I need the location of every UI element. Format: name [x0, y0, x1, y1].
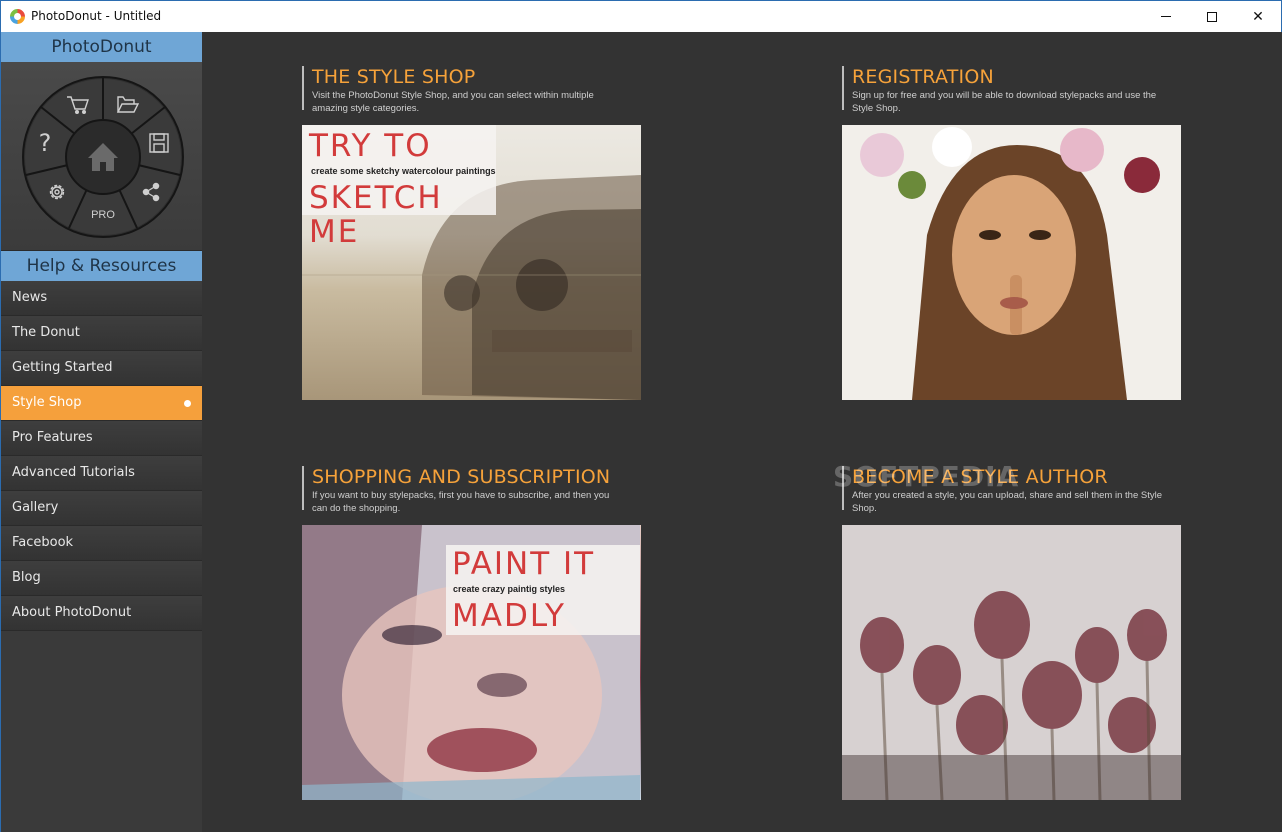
minimize-icon: [1161, 16, 1171, 17]
style-author-image[interactable]: [842, 525, 1181, 800]
overlay-caption: create crazy paintig styles: [453, 584, 566, 594]
active-indicator-dot: [184, 400, 191, 407]
photo-donut-menu[interactable]: PRO ?: [22, 76, 184, 238]
registration-image[interactable]: [842, 125, 1181, 400]
card-shopping-subscription: SHOPPING AND SUBSCRIPTION If you want to…: [302, 466, 642, 800]
overlay-headline: PAINT IT: [452, 546, 596, 582]
sidebar-nav: News The Donut Getting Started Style Sho…: [1, 281, 202, 631]
sidebar-item-getting-started[interactable]: Getting Started: [1, 351, 202, 386]
sidebar-item-label: Gallery: [12, 500, 59, 515]
sketch-overlay: TRY TO create some sketchy watercolour p…: [302, 125, 496, 249]
app-window: PhotoDonut - Untitled ✕ PhotoDonut PRO ?…: [0, 0, 1282, 832]
sidebar: PhotoDonut PRO ? Help & Resources News T…: [1, 32, 202, 832]
card-title[interactable]: REGISTRATION: [852, 66, 1182, 88]
tulips-illustration: [842, 525, 1181, 800]
sidebar-item-style-shop[interactable]: Style Shop: [1, 386, 202, 421]
sidebar-item-label: The Donut: [12, 325, 80, 340]
shopping-image[interactable]: PAINT IT create crazy paintig styles MAD…: [302, 525, 641, 800]
sidebar-item-label: Getting Started: [12, 360, 113, 375]
maximize-button[interactable]: [1189, 1, 1235, 32]
sidebar-item-label: News: [12, 290, 48, 305]
donut-header: PhotoDonut: [1, 32, 202, 62]
title-bar[interactable]: PhotoDonut - Untitled ✕: [1, 1, 1281, 32]
sidebar-item-the-donut[interactable]: The Donut: [1, 316, 202, 351]
sidebar-item-label: Advanced Tutorials: [12, 465, 135, 480]
help-icon[interactable]: ?: [39, 129, 52, 157]
sidebar-item-gallery[interactable]: Gallery: [1, 491, 202, 526]
minimize-button[interactable]: [1143, 1, 1189, 32]
portrait-illustration: [842, 125, 1181, 400]
overlay-headline: TRY TO: [309, 128, 432, 164]
card-style-shop: THE STYLE SHOP Visit the PhotoDonut Styl…: [302, 66, 642, 400]
sidebar-item-blog[interactable]: Blog: [1, 561, 202, 596]
sidebar-item-pro-features[interactable]: Pro Features: [1, 421, 202, 456]
overlay-headline: SKETCH ME: [309, 180, 443, 250]
style-shop-image[interactable]: TRY TO create some sketchy watercolour p…: [302, 125, 641, 400]
sidebar-item-news[interactable]: News: [1, 281, 202, 316]
card-title[interactable]: SHOPPING AND SUBSCRIPTION: [312, 466, 642, 488]
app-logo-icon: [10, 9, 25, 24]
sidebar-item-label: About PhotoDonut: [12, 605, 132, 620]
card-title[interactable]: THE STYLE SHOP: [312, 66, 642, 88]
donut-area: PRO ?: [1, 62, 202, 251]
overlay-headline: MADLY: [452, 598, 566, 634]
card-description: Sign up for free and you will be able to…: [852, 90, 1157, 114]
card-description: Visit the PhotoDonut Style Shop, and you…: [312, 90, 594, 114]
pro-label[interactable]: PRO: [91, 209, 115, 221]
card-header: REGISTRATION Sign up for free and you wi…: [842, 66, 1182, 114]
sidebar-item-label: Facebook: [12, 535, 74, 550]
maximize-icon: [1207, 11, 1217, 22]
card-header: THE STYLE SHOP Visit the PhotoDonut Styl…: [302, 66, 642, 114]
card-description: If you want to buy stylepacks, first you…: [312, 490, 610, 514]
main-content: THE STYLE SHOP Visit the PhotoDonut Styl…: [202, 32, 1282, 832]
help-resources-header: Help & Resources: [1, 251, 202, 281]
sidebar-item-advanced-tutorials[interactable]: Advanced Tutorials: [1, 456, 202, 491]
sidebar-item-about[interactable]: About PhotoDonut: [1, 596, 202, 631]
overlay-caption: create some sketchy watercolour painting…: [311, 166, 496, 176]
sidebar-item-label: Blog: [12, 570, 41, 585]
window-title: PhotoDonut - Untitled: [31, 9, 162, 23]
sidebar-item-facebook[interactable]: Facebook: [1, 526, 202, 561]
card-header: SHOPPING AND SUBSCRIPTION If you want to…: [302, 466, 642, 514]
sidebar-item-label: Style Shop: [12, 395, 82, 410]
close-button[interactable]: ✕: [1235, 1, 1281, 32]
close-icon: ✕: [1252, 8, 1264, 25]
paint-overlay: PAINT IT create crazy paintig styles MAD…: [446, 545, 640, 635]
card-registration: REGISTRATION Sign up for free and you wi…: [842, 66, 1182, 400]
softpedia-watermark: SOFTPEDIA: [833, 460, 1020, 493]
sidebar-item-label: Pro Features: [12, 430, 93, 445]
